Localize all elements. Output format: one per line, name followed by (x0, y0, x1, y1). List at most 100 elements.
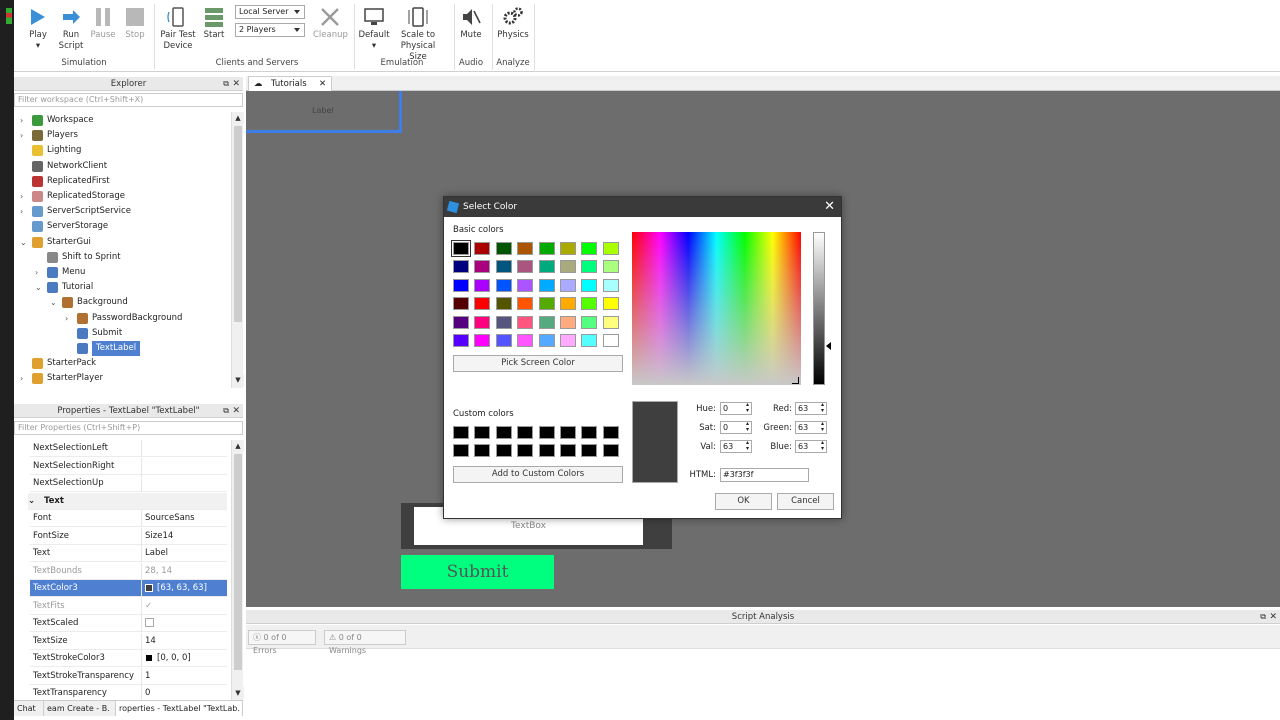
basic-color-swatch[interactable] (538, 242, 555, 255)
basic-color-swatch[interactable] (453, 297, 469, 311)
property-row[interactable]: TextTransparency 0 (30, 685, 227, 700)
scroll-thumb[interactable] (234, 126, 242, 322)
basic-color-swatch[interactable] (474, 334, 491, 347)
collapsed-chevron-icon[interactable]: › (65, 314, 73, 323)
basic-color-swatch[interactable] (495, 334, 512, 347)
close-icon[interactable]: ✕ (1269, 610, 1277, 624)
basic-color-swatch[interactable] (560, 260, 576, 274)
mute-button[interactable]: Mute (458, 6, 484, 41)
tab-tutorials[interactable]: ☁ Tutorials ✕ (248, 76, 332, 91)
pin-icon[interactable]: ⧉ (223, 77, 229, 91)
basic-color-swatch[interactable] (581, 242, 598, 255)
cancel-button[interactable]: Cancel (777, 493, 834, 510)
sat-spinbox[interactable]: 0 (720, 421, 752, 434)
basic-color-swatch[interactable] (474, 242, 491, 255)
pin-icon[interactable]: ⧉ (223, 404, 229, 418)
basic-color-swatch[interactable] (495, 297, 512, 311)
basic-color-swatch[interactable] (517, 315, 534, 329)
close-tab-icon[interactable]: ✕ (319, 77, 326, 91)
custom-color-swatch[interactable] (581, 426, 598, 439)
scroll-up-arrow[interactable]: ▲ (232, 112, 244, 124)
collapsed-chevron-icon[interactable]: › (20, 117, 28, 125)
basic-color-swatch[interactable] (538, 260, 555, 274)
default-device-button[interactable]: Default ▾ (358, 6, 390, 52)
basic-color-swatch[interactable] (560, 278, 576, 292)
tab-chat[interactable]: Chat (14, 701, 44, 716)
scroll-up-arrow[interactable]: ▲ (232, 440, 244, 452)
ok-button[interactable]: OK (715, 493, 772, 510)
html-color-input[interactable]: #3f3f3f (720, 468, 809, 482)
property-value[interactable]: 14 (141, 632, 227, 650)
cleanup-button[interactable]: Cleanup (313, 6, 348, 41)
checkbox[interactable] (145, 618, 154, 627)
property-value[interactable]: SourceSans (141, 510, 227, 527)
warnings-filter-button[interactable]: ⚠ 0 of 0 Warnings (324, 630, 406, 655)
basic-color-swatch[interactable] (560, 315, 576, 329)
custom-color-swatch[interactable] (602, 444, 619, 457)
spectrum-crosshair[interactable] (792, 377, 799, 384)
pin-icon[interactable]: ⧉ (1260, 610, 1266, 624)
basic-color-swatch[interactable] (474, 278, 491, 292)
custom-color-swatch[interactable] (495, 426, 512, 439)
properties-filter-input[interactable]: Filter Properties (Ctrl+Shift+P) (14, 421, 243, 435)
property-value[interactable]: 1 (141, 667, 227, 685)
basic-color-swatch[interactable] (602, 315, 619, 329)
custom-color-swatch[interactable] (474, 426, 491, 439)
basic-color-swatch[interactable] (538, 297, 555, 311)
tree-item[interactable]: StarterPack (14, 356, 231, 371)
basic-color-swatch[interactable] (453, 315, 469, 329)
basic-color-swatch[interactable] (517, 334, 534, 347)
close-icon[interactable]: ✕ (232, 404, 240, 418)
collapsed-chevron-icon[interactable]: › (20, 208, 28, 216)
hue-saturation-spectrum[interactable] (632, 232, 801, 385)
custom-color-swatch[interactable] (560, 444, 576, 457)
value-slider[interactable] (813, 232, 825, 385)
close-dialog-icon[interactable]: ✕ (824, 197, 835, 217)
add-to-custom-colors-button[interactable]: Add to Custom Colors (453, 466, 623, 483)
property-row[interactable]: TextBounds 28, 14 (30, 562, 227, 580)
property-row[interactable]: Text Label (30, 545, 227, 562)
close-icon[interactable]: ✕ (232, 77, 240, 91)
collapsed-chevron-icon[interactable]: › (20, 132, 28, 140)
custom-color-swatch[interactable] (517, 444, 534, 457)
tree-item[interactable]: Submit (14, 326, 231, 341)
basic-color-swatch[interactable] (581, 315, 598, 329)
basic-color-swatch[interactable] (474, 297, 491, 311)
expanded-chevron-icon[interactable]: ⌄ (28, 496, 35, 506)
basic-color-swatch[interactable] (517, 242, 534, 255)
basic-color-swatch[interactable] (581, 334, 598, 347)
custom-color-swatch[interactable] (538, 444, 555, 457)
properties-scrollbar[interactable]: ▲ ▼ (231, 440, 244, 700)
basic-color-swatch[interactable] (581, 260, 598, 274)
custom-color-swatch[interactable] (538, 426, 555, 439)
tree-item[interactable]: ReplicatedFirst (14, 174, 231, 189)
custom-color-swatch[interactable] (581, 444, 598, 457)
basic-color-swatch[interactable] (517, 260, 534, 274)
scroll-down-arrow[interactable]: ▼ (232, 374, 244, 386)
errors-filter-button[interactable]: ⓧ 0 of 0 Errors (248, 630, 316, 655)
basic-color-swatch[interactable] (538, 278, 555, 292)
tree-item[interactable]: › Players (14, 128, 231, 143)
tab-team-create[interactable]: eam Create - B. (44, 701, 116, 716)
property-row[interactable]: TextSize 14 (30, 632, 227, 650)
tree-item[interactable]: ⌄ Background (14, 295, 231, 310)
pick-screen-color-button[interactable]: Pick Screen Color (453, 355, 623, 372)
property-row[interactable]: TextScaled (30, 615, 227, 632)
basic-color-swatch[interactable] (602, 278, 619, 292)
basic-color-swatch[interactable] (495, 315, 512, 329)
property-value[interactable]: 0 (141, 685, 227, 700)
tree-item[interactable]: ⌄ Tutorial (14, 280, 231, 295)
property-value[interactable] (141, 615, 227, 632)
start-button[interactable]: Start (200, 6, 228, 41)
basic-color-swatch[interactable] (602, 242, 619, 255)
basic-color-swatch[interactable] (453, 260, 469, 274)
property-value[interactable] (141, 457, 227, 475)
collapsed-chevron-icon[interactable]: › (20, 193, 28, 201)
property-value[interactable]: Size14 (141, 527, 227, 545)
stop-button[interactable]: Stop (122, 6, 148, 41)
collapsed-chevron-icon[interactable]: › (20, 375, 28, 383)
property-category[interactable]: ⌄ Text (28, 492, 227, 510)
expanded-chevron-icon[interactable]: ⌄ (50, 299, 58, 307)
property-row[interactable]: Font SourceSans (30, 510, 227, 527)
property-value[interactable]: [0, 0, 0] (141, 650, 227, 667)
